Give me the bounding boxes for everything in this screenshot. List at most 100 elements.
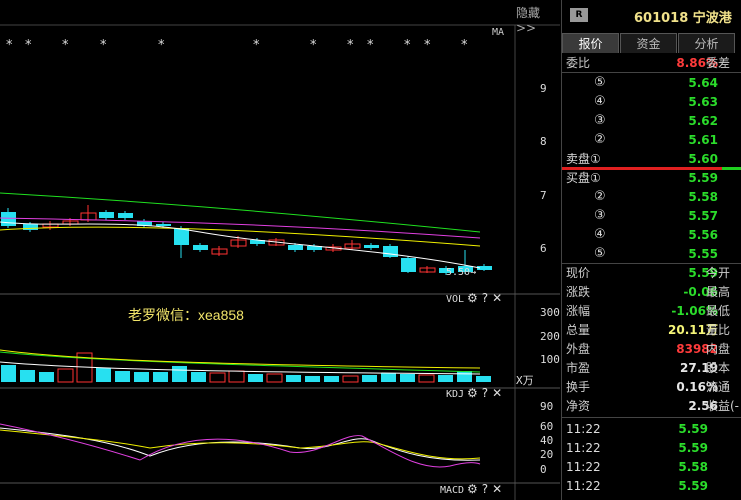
buy-level-row[interactable]: ⑤ 5.55 — [562, 245, 741, 263]
watermark-text: 老罗微信：xea858 — [128, 307, 244, 323]
event-marker-star[interactable]: * — [158, 38, 165, 53]
stat-label: 外盘 — [566, 342, 591, 356]
buy-level-row[interactable]: ③ 5.57 — [562, 207, 741, 225]
order-level-price: 5.60 — [688, 152, 718, 166]
kdj-d-line — [0, 429, 481, 460]
gear-icon[interactable]: ⚙ — [467, 291, 482, 305]
event-marker-star[interactable]: * — [461, 38, 468, 53]
candle-body-down — [401, 258, 416, 272]
close-icon[interactable]: ✕ — [492, 291, 506, 305]
buy-level-row[interactable]: 买盘① 5.59 — [562, 169, 741, 187]
candle-body-down — [383, 246, 398, 257]
volume-bar-down — [96, 368, 111, 382]
event-marker-star[interactable]: * — [25, 38, 32, 53]
order-level-label: ② — [594, 189, 606, 204]
candle-body-down — [174, 228, 189, 245]
volume-bar-down — [457, 371, 472, 382]
vol-tick-label: 300 — [540, 306, 560, 319]
candle-body-down — [193, 245, 208, 250]
stock-code-name[interactable]: 601018 宁波港 — [634, 7, 732, 26]
sell-level-row[interactable]: ③ 5.62 — [562, 112, 741, 130]
trade-price: 5.59 — [678, 441, 708, 455]
help-icon[interactable]: ? — [482, 386, 492, 400]
help-icon[interactable]: ? — [482, 291, 492, 305]
tab-quote[interactable]: 报价 — [562, 33, 619, 53]
sell-level-row[interactable]: ⑤ 5.64 — [562, 74, 741, 92]
quote-stat-row: 换手 0.16% 流通 — [562, 378, 741, 396]
trade-time: 11:22 — [566, 441, 601, 455]
volume-bar-down — [248, 374, 263, 382]
order-level-price: 5.59 — [688, 171, 718, 185]
volume-bar-up — [209, 372, 226, 383]
gear-icon[interactable]: ⚙ — [467, 482, 482, 496]
close-icon[interactable]: ✕ — [492, 482, 506, 496]
help-icon[interactable]: ? — [482, 482, 492, 496]
tick-trade-row: 11:22 5.59 — [562, 439, 741, 458]
buy-level-row[interactable]: ② 5.58 — [562, 188, 741, 206]
volume-bar-down — [172, 366, 187, 382]
volume-bar-down — [286, 375, 301, 382]
kdj-j-line — [0, 423, 481, 468]
order-level-label: ③ — [594, 113, 606, 128]
kdj-tick-label: 90 — [540, 400, 554, 413]
buy-level-row[interactable]: ④ 5.56 — [562, 226, 741, 244]
hide-panel-button[interactable]: 隐藏>> — [516, 4, 560, 35]
event-marker-star[interactable]: * — [100, 38, 107, 53]
event-marker-star[interactable]: * — [347, 38, 354, 53]
volume-bar-up — [266, 373, 283, 383]
kdj-k-line — [0, 427, 481, 461]
stat-label2: 最低 — [706, 304, 731, 318]
event-marker-star[interactable]: * — [6, 38, 13, 53]
ma-indicator-label: MA — [492, 27, 505, 38]
order-level-label: ② — [594, 132, 606, 147]
event-marker-star[interactable]: * — [424, 38, 431, 53]
stat-label: 换手 — [566, 380, 591, 394]
order-level-label: 买盘① — [566, 171, 601, 185]
event-marker-star[interactable]: * — [367, 38, 374, 53]
chart-canvas[interactable] — [0, 0, 560, 500]
gear-icon[interactable]: ⚙ — [467, 386, 482, 400]
quote-stat-row: 市盈 27.19 股本 — [562, 359, 741, 377]
candle-body-down — [118, 213, 133, 218]
tick-trade-row: 11:22 5.59 — [562, 420, 741, 439]
stat-label: 现价 — [566, 266, 591, 280]
candle-body-down — [364, 245, 379, 248]
sell-level-row[interactable]: 卖盘① 5.60 — [562, 150, 741, 168]
trade-time: 11:22 — [566, 479, 601, 493]
vol-unit-label: X万 — [516, 374, 534, 387]
stat-label2: 内盘 — [706, 342, 731, 356]
event-marker-star[interactable]: * — [310, 38, 317, 53]
event-marker-star[interactable]: * — [253, 38, 260, 53]
vol-panel-title: VOL — [446, 294, 465, 305]
stat-label2: 最高 — [706, 285, 731, 299]
ratio-label2: 委差 — [706, 56, 731, 70]
tab-funds[interactable]: 资金 — [620, 33, 677, 53]
sell-level-row[interactable]: ④ 5.63 — [562, 93, 741, 111]
ma60-line — [0, 192, 481, 233]
vol-panel-controls: ⚙?✕ — [467, 291, 506, 305]
quote-stat-row: 净资 2.56 收益(- — [562, 397, 741, 415]
stat-label: 净资 — [566, 399, 591, 413]
last-price-tag: 5.50→ — [446, 267, 477, 278]
vol-ma-line — [0, 349, 481, 369]
vol-tick-label: 100 — [540, 353, 560, 366]
tab-analysis[interactable]: 分析 — [678, 33, 735, 53]
ma10-line — [0, 226, 481, 247]
order-level-price: 5.64 — [688, 76, 718, 90]
volume-bar-down — [362, 375, 377, 382]
event-marker-star[interactable]: * — [62, 38, 69, 53]
order-level-price: 5.57 — [688, 209, 718, 223]
sell-level-row[interactable]: ② 5.61 — [562, 131, 741, 149]
volume-bar-down — [400, 374, 415, 382]
price-tick-label: 6 — [540, 242, 547, 255]
trade-price: 5.59 — [678, 479, 708, 493]
volume-bar-down — [324, 376, 339, 382]
kline-chart-area[interactable]: 隐藏>> MA * * * * * * * * * * * * 9 8 7 6 … — [0, 0, 560, 500]
close-icon[interactable]: ✕ — [492, 386, 506, 400]
stat-label: 涨跌 — [566, 285, 591, 299]
macd-panel-controls: ⚙?✕ — [467, 482, 506, 496]
candle-body-down — [1, 212, 16, 226]
event-marker-star[interactable]: * — [404, 38, 411, 53]
order-level-label: 卖盘① — [566, 152, 601, 166]
quote-panel: R 601018 宁波港 报价 资金 分析 委比 8.86% 委差 ⑤ 5.64 ④… — [561, 0, 741, 500]
